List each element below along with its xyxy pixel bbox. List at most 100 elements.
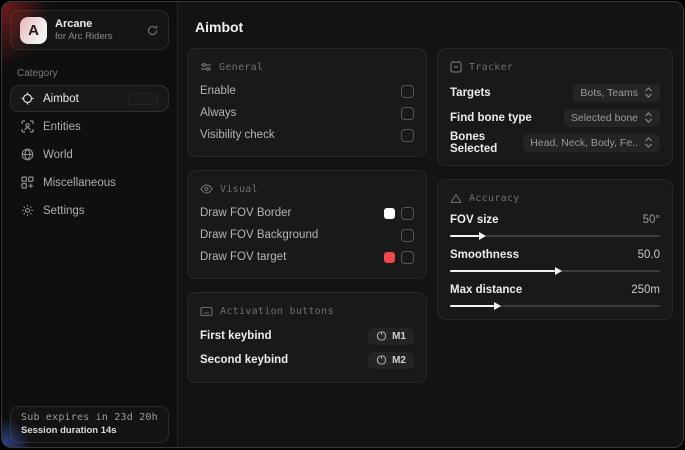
- accuracy-card-header: Accuracy: [450, 188, 660, 208]
- keyboard-icon: [200, 306, 213, 317]
- setting-label: Visibility check: [200, 129, 275, 141]
- slider-value: 50.0: [638, 249, 660, 261]
- setting-row-find-bone-type: Find bone type Selected bone: [450, 105, 660, 130]
- general-card-header: General: [200, 57, 414, 77]
- setting-row-always: Always: [200, 102, 414, 124]
- chevron-up-down-icon: [644, 112, 653, 123]
- sidebar-item-aimbot[interactable]: Aimbot: [10, 85, 169, 112]
- targets-dropdown[interactable]: Bots, Teams: [573, 84, 660, 102]
- setting-label: Max distance: [450, 284, 522, 296]
- app-window: A Arcane for Arc Riders Category: [1, 1, 684, 448]
- accuracy-card: Accuracy FOV size 50° Smoothness: [437, 179, 673, 320]
- fov-border-controls: [384, 207, 414, 220]
- sidebar-item-label: Settings: [43, 205, 85, 217]
- dropdown-value: Head, Neck, Body, Fe..: [530, 137, 638, 149]
- max-distance-setting: Max distance 250m: [450, 281, 660, 307]
- sidebar-item-entities[interactable]: Entities: [10, 113, 169, 140]
- setting-label: Draw FOV target: [200, 251, 286, 263]
- setting-label: Draw FOV Border: [200, 207, 291, 219]
- setting-label: First keybind: [200, 330, 272, 342]
- slider-label-row: FOV size 50°: [450, 211, 660, 229]
- mouse-icon: [376, 355, 387, 365]
- subscription-info: Sub expires in 23d 20h Session duration …: [10, 406, 169, 443]
- right-column: Tracker Targets Bots, Teams: [437, 48, 673, 383]
- page-title: Aimbot: [195, 19, 673, 35]
- fov-target-color-swatch[interactable]: [384, 252, 395, 263]
- activation-card: Activation buttons First keybind M1: [187, 292, 427, 383]
- sidebar-item-miscellaneous[interactable]: Miscellaneous: [10, 169, 169, 196]
- category-label: Category: [17, 68, 162, 79]
- slider-fill[interactable]: [450, 235, 479, 237]
- sidebar-item-label: Aimbot: [43, 93, 79, 105]
- setting-row-visibility-check: Visibility check: [200, 124, 414, 146]
- brand-subtitle: for Arc Riders: [55, 31, 113, 43]
- setting-row-first-keybind: First keybind M1: [200, 324, 414, 348]
- gear-icon: [21, 204, 34, 217]
- slider-label-row: Smoothness 50.0: [450, 246, 660, 264]
- setting-label: Second keybind: [200, 354, 288, 366]
- slider-label-row: Max distance 250m: [450, 281, 660, 299]
- brand-header: A Arcane for Arc Riders: [10, 10, 169, 50]
- entities-icon: [21, 120, 34, 133]
- content-columns: General Enable Always Visibility check: [187, 48, 673, 383]
- card-title-text: Accuracy: [469, 193, 520, 204]
- second-keybind-button[interactable]: M2: [368, 352, 414, 369]
- setting-label: Find bone type: [450, 112, 532, 124]
- fov-border-checkbox[interactable]: [401, 207, 414, 220]
- card-title-text: Tracker: [469, 62, 513, 73]
- setting-row-fov-target: Draw FOV target: [200, 246, 414, 268]
- slider-fill[interactable]: [450, 305, 494, 307]
- sidebar-item-label: World: [43, 149, 73, 161]
- fov-border-color-swatch[interactable]: [384, 208, 395, 219]
- fov-target-checkbox[interactable]: [401, 251, 414, 264]
- setting-label: Smoothness: [450, 249, 519, 261]
- mouse-icon: [376, 331, 387, 341]
- left-column: General Enable Always Visibility check: [187, 48, 427, 383]
- keybind-value: M2: [392, 355, 406, 366]
- fov-size-setting: FOV size 50°: [450, 211, 660, 237]
- card-title-text: General: [219, 62, 263, 73]
- setting-row-fov-border: Draw FOV Border: [200, 202, 414, 224]
- aimbot-hint-badge: [128, 93, 158, 105]
- triangle-icon: [450, 193, 462, 204]
- sidebar-item-world[interactable]: World: [10, 141, 169, 168]
- visual-card: Visual Draw FOV Border Draw FOV Backgrou…: [187, 170, 427, 279]
- visibility-check-checkbox[interactable]: [401, 129, 414, 142]
- sidebar: A Arcane for Arc Riders Category: [2, 2, 178, 447]
- bones-selected-dropdown[interactable]: Head, Neck, Body, Fe..: [523, 134, 660, 152]
- setting-row-enable: Enable: [200, 80, 414, 102]
- setting-label: Targets: [450, 87, 491, 99]
- fov-background-checkbox[interactable]: [401, 229, 414, 242]
- dropdown-value: Bots, Teams: [580, 87, 638, 99]
- sidebar-item-settings[interactable]: Settings: [10, 197, 169, 224]
- smoothness-slider[interactable]: [450, 270, 660, 272]
- sync-icon[interactable]: [146, 24, 159, 37]
- visual-card-header: Visual: [200, 179, 414, 199]
- tracker-card: Tracker Targets Bots, Teams: [437, 48, 673, 166]
- slider-value: 50°: [643, 214, 660, 226]
- setting-row-fov-background: Draw FOV Background: [200, 224, 414, 246]
- enable-checkbox[interactable]: [401, 85, 414, 98]
- dropdown-value: Selected bone: [571, 112, 638, 124]
- first-keybind-button[interactable]: M1: [368, 328, 414, 345]
- globe-icon: [21, 148, 34, 161]
- fov-size-slider[interactable]: [450, 235, 660, 237]
- tracker-card-header: Tracker: [450, 57, 660, 77]
- setting-row-targets: Targets Bots, Teams: [450, 80, 660, 105]
- find-bone-type-dropdown[interactable]: Selected bone: [564, 109, 660, 127]
- chevron-up-down-icon: [644, 87, 653, 98]
- sliders-icon: [200, 61, 212, 73]
- grid-icon: [21, 176, 34, 189]
- setting-label: Always: [200, 107, 236, 119]
- activation-card-header: Activation buttons: [200, 301, 414, 321]
- max-distance-slider[interactable]: [450, 305, 660, 307]
- setting-label: FOV size: [450, 214, 499, 226]
- setting-row-bones-selected: Bones Selected Head, Neck, Body, Fe..: [450, 130, 660, 155]
- slider-fill[interactable]: [450, 270, 555, 272]
- setting-label: Bones Selected: [450, 131, 523, 155]
- smoothness-setting: Smoothness 50.0: [450, 246, 660, 272]
- setting-label: Enable: [200, 85, 236, 97]
- always-checkbox[interactable]: [401, 107, 414, 120]
- card-title-text: Activation buttons: [220, 306, 334, 317]
- general-card: General Enable Always Visibility check: [187, 48, 427, 157]
